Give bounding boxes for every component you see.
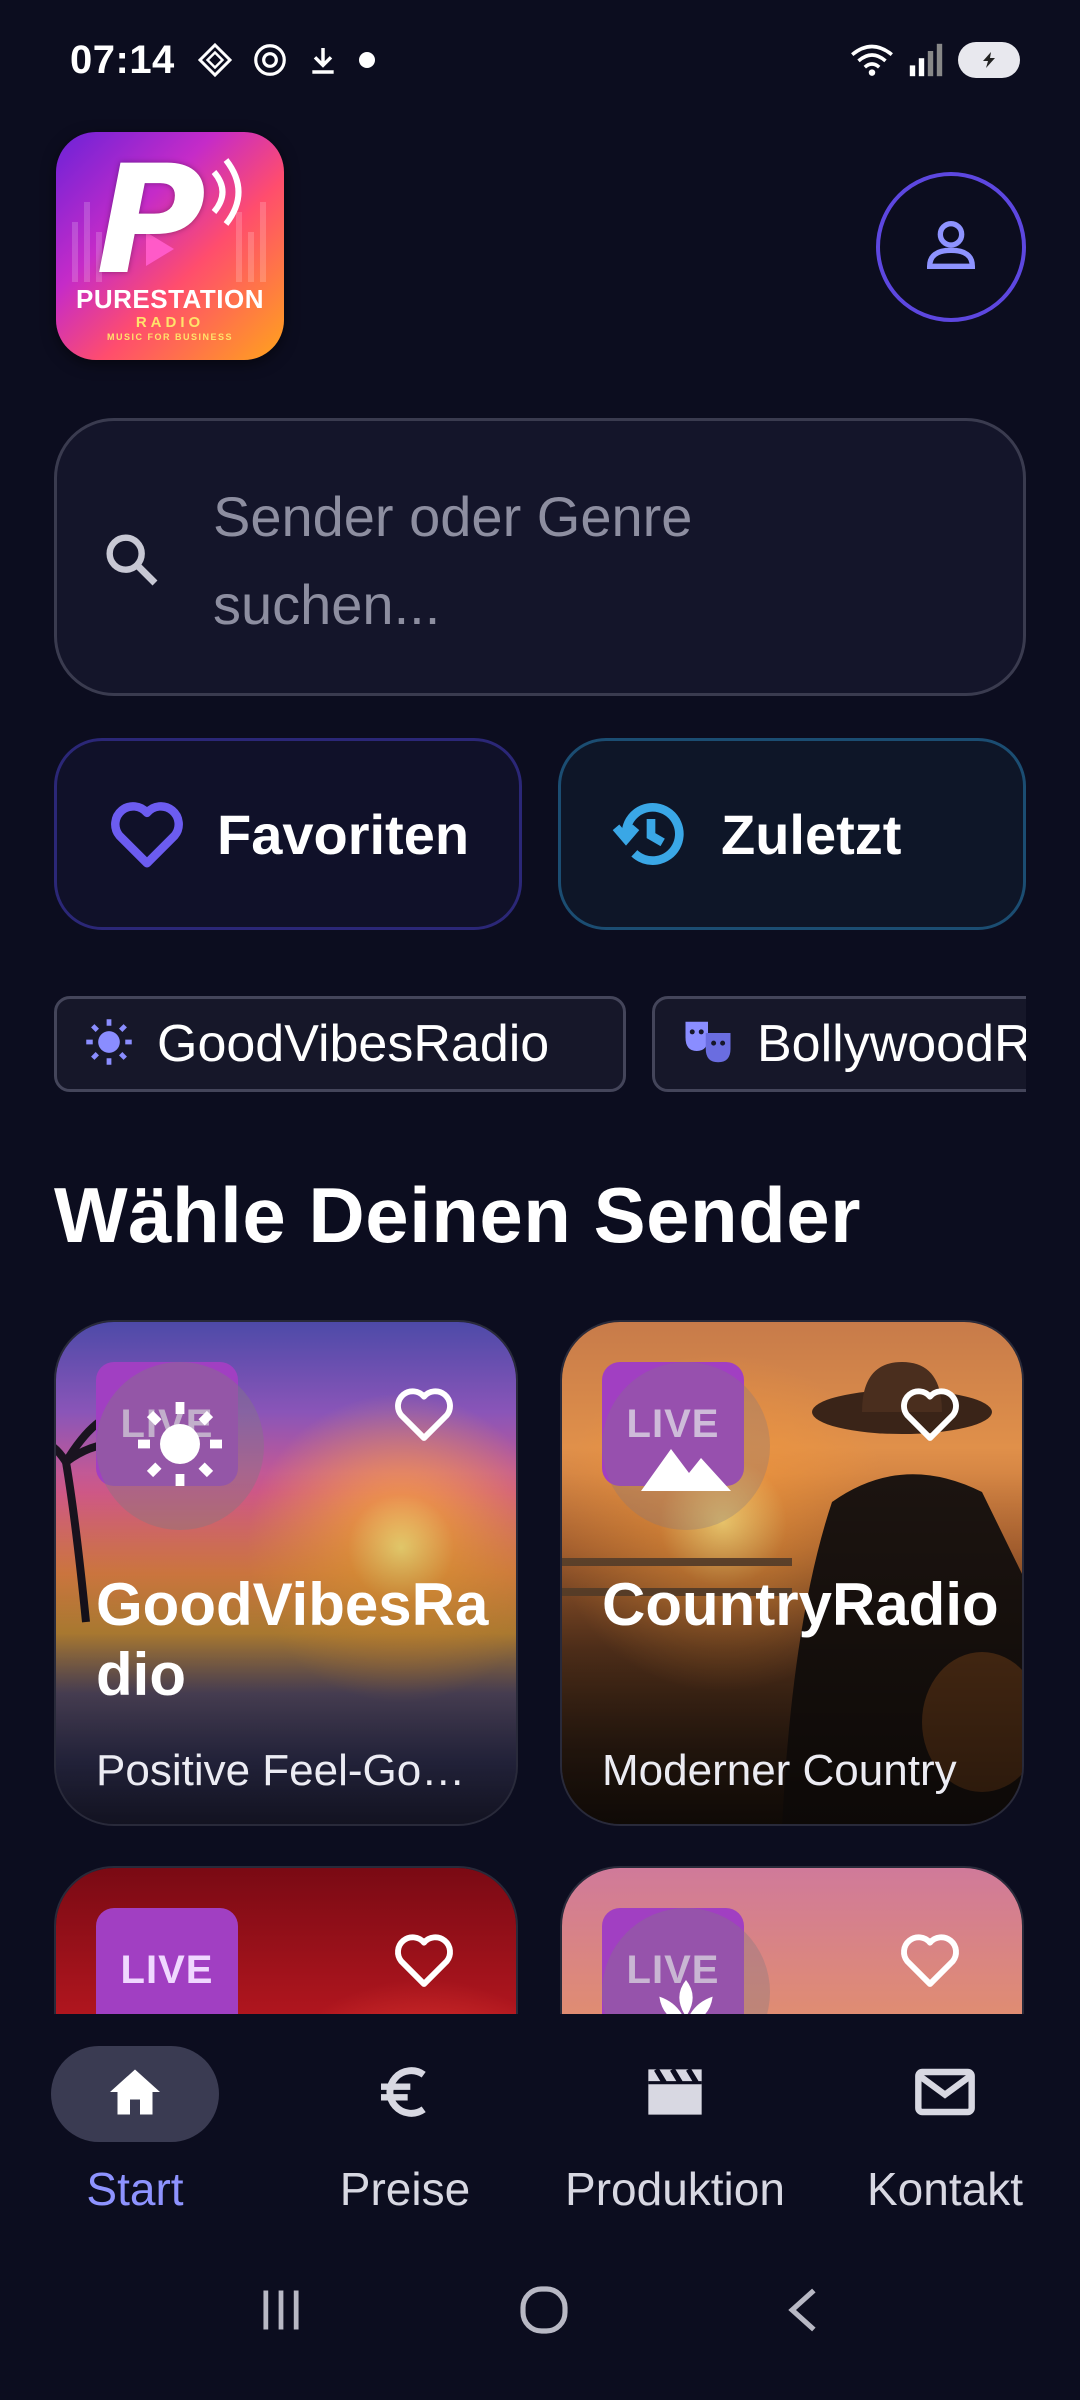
heart-icon	[107, 794, 187, 874]
logo-name: PURESTATION	[76, 284, 264, 314]
notification-icon	[197, 42, 233, 78]
live-text: LIVE	[120, 1947, 214, 1992]
status-right-icons	[850, 42, 1020, 78]
euro-icon	[373, 2060, 437, 2129]
favorite-heart-icon[interactable]	[898, 1384, 962, 1449]
favorite-heart-icon[interactable]	[898, 1930, 962, 1995]
dot-icon	[357, 50, 377, 70]
nav-item-start[interactable]: Start	[0, 2014, 270, 2224]
chip-label: GoodVibesRadio	[157, 1015, 550, 1073]
status-time: 07:14	[70, 37, 175, 82]
station-card-3[interactable]: LIVE	[54, 1866, 518, 2014]
logo-tagline: MUSIC FOR BUSINESS	[106, 332, 233, 342]
station-description: Positive Feel-Good Music	[96, 1746, 476, 1795]
bottom-navigation: Start Preise Produktion Kontakt	[0, 2014, 1080, 2224]
chip-goodvibes[interactable]: GoodVibesRadio	[54, 996, 626, 1092]
sun-icon	[83, 1016, 135, 1073]
nav-icon-container	[321, 2046, 489, 2142]
logo-sub: RADIO	[135, 314, 205, 331]
home-circle-icon[interactable]	[516, 2282, 572, 2343]
download-icon	[307, 42, 339, 78]
recent-apps-icon[interactable]	[255, 2284, 307, 2341]
favorites-button[interactable]: Favoriten	[54, 738, 522, 930]
system-navigation-bar	[0, 2224, 1080, 2400]
theater-masks-icon	[681, 1015, 735, 1074]
station-card-4[interactable]: LIVE	[560, 1866, 1024, 2014]
favorites-label: Favoriten	[217, 802, 470, 866]
status-bar: 07:14	[0, 0, 1080, 120]
genre-circle	[96, 1362, 264, 1530]
favorite-heart-icon[interactable]	[392, 1930, 456, 1995]
profile-button[interactable]	[876, 172, 1026, 322]
person-icon	[919, 213, 983, 282]
station-grid: LIVE GoodVibesRadio Positive Feel-Good M…	[0, 1310, 1080, 2014]
chip-label: BollywoodRadio	[757, 1015, 1026, 1073]
nav-label: Preise	[339, 2163, 471, 2215]
search-input[interactable]: Sender oder Genre suchen...	[54, 418, 1026, 696]
clapperboard-icon	[643, 2064, 707, 2125]
wifi-icon	[850, 42, 894, 78]
station-title: CountryRadio	[602, 1571, 999, 1638]
logo-letter: P	[96, 134, 206, 308]
search-placeholder: Sender oder Genre suchen...	[213, 485, 693, 636]
station-description: Moderner Country	[602, 1746, 957, 1795]
nav-item-kontakt[interactable]: Kontakt	[810, 2014, 1080, 2224]
sun-icon	[132, 1396, 228, 1497]
mail-icon	[913, 2066, 977, 2123]
recent-stations-chips: GoodVibesRadio BollywoodRadio	[54, 996, 1026, 1092]
battery-icon	[958, 42, 1020, 78]
section-title: Wähle Deinen Sender	[54, 1171, 862, 1259]
station-card-country[interactable]: LIVE CountryRadio Moderner Country	[560, 1320, 1024, 1826]
nav-label: Kontakt	[867, 2163, 1023, 2215]
app-logo: P PURESTATION RADIO MUSIC FOR BUSINESS	[56, 132, 284, 360]
openai-icon	[251, 41, 289, 79]
lotus-icon	[646, 1930, 726, 2014]
chip-bollywood[interactable]: BollywoodRadio	[652, 996, 1026, 1092]
home-icon	[105, 2064, 165, 2125]
genre-circle	[602, 1362, 770, 1530]
history-icon	[611, 794, 691, 874]
station-title: GoodVibesRadio	[96, 1571, 489, 1708]
back-icon[interactable]	[781, 2284, 825, 2341]
station-card-goodvibes[interactable]: LIVE GoodVibesRadio Positive Feel-Good M…	[54, 1320, 518, 1826]
nav-item-preise[interactable]: Preise	[270, 2014, 540, 2224]
live-badge: LIVE	[96, 1908, 238, 2014]
nav-label: Produktion	[565, 2163, 785, 2215]
favorite-heart-icon[interactable]	[392, 1384, 456, 1449]
nav-icon-container	[51, 2046, 219, 2142]
status-left-icons	[197, 41, 377, 79]
search-icon	[99, 527, 163, 596]
recent-label: Zuletzt	[721, 802, 902, 866]
nav-label: Start	[86, 2163, 184, 2215]
nav-icon-container	[591, 2046, 759, 2142]
mountain-icon	[638, 1394, 734, 1499]
nav-item-produktion[interactable]: Produktion	[540, 2014, 810, 2224]
signal-icon	[908, 43, 944, 77]
nav-icon-container	[861, 2046, 1029, 2142]
recent-button[interactable]: Zuletzt	[558, 738, 1026, 930]
